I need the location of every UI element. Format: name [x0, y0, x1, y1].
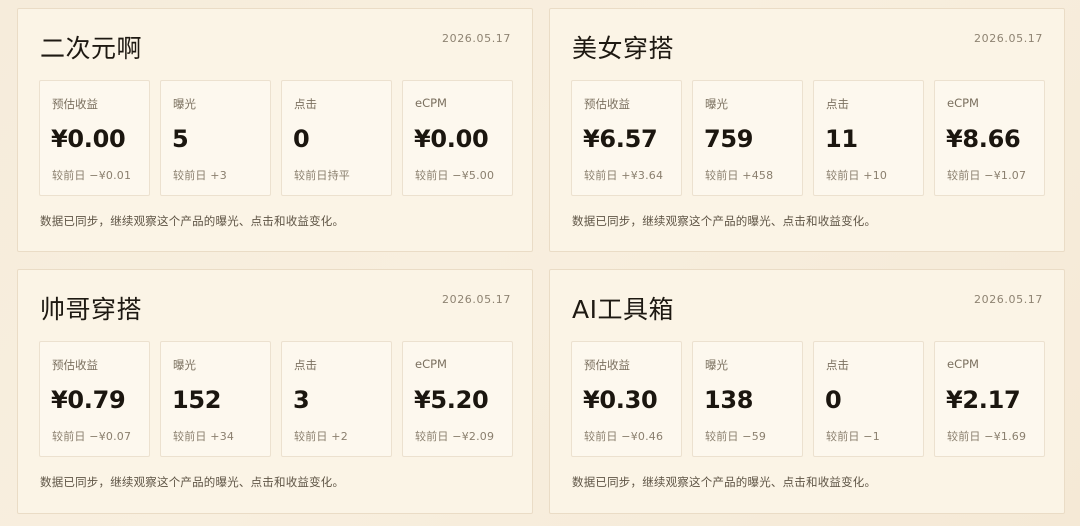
metric-change: 较前日 +2: [294, 430, 348, 443]
metrics-row: 预估收益 ¥0.00 较前日 −¥0.01 曝光 5 较前日 +3 点击 0 较…: [39, 80, 513, 196]
metric-value: ¥0.00: [51, 125, 126, 153]
metric-clicks: 点击 11 较前日 +10: [813, 80, 924, 196]
metric-revenue: 预估收益 ¥0.30 较前日 −¥0.46: [571, 341, 682, 457]
metric-revenue: 预估收益 ¥0.00 较前日 −¥0.01: [39, 80, 150, 196]
metric-value: 138: [704, 386, 754, 414]
metric-change: 较前日 +10: [826, 169, 888, 182]
metric-revenue: 预估收益 ¥6.57 较前日 +¥3.64: [571, 80, 682, 196]
metric-value: 0: [825, 386, 842, 414]
metric-ecpm: eCPM ¥0.00 较前日 −¥5.00: [402, 80, 513, 196]
metric-change: 较前日 −¥0.01: [52, 169, 132, 182]
metric-change: 较前日 −1: [826, 430, 880, 443]
metric-value: ¥5.20: [414, 386, 489, 414]
metric-label: eCPM: [415, 357, 447, 371]
card-title: 二次元啊: [40, 34, 143, 63]
metric-change: 较前日 −¥0.46: [584, 430, 664, 443]
metric-change: 较前日 +¥3.64: [584, 169, 664, 182]
metric-value: 5: [172, 125, 189, 153]
product-card-2: 帅哥穿搭 2026.05.17 预估收益 ¥0.79 较前日 −¥0.07 曝光…: [17, 269, 533, 514]
metric-value: ¥6.57: [583, 125, 658, 153]
metric-value: 11: [825, 125, 858, 153]
metric-change: 较前日 −¥2.09: [415, 430, 495, 443]
metric-label: 曝光: [173, 97, 196, 111]
metric-ecpm: eCPM ¥5.20 较前日 −¥2.09: [402, 341, 513, 457]
metric-label: 曝光: [173, 358, 196, 372]
metric-value: ¥0.30: [583, 386, 658, 414]
metric-change: 较前日 −¥5.00: [415, 169, 495, 182]
metric-change: 较前日持平: [294, 169, 350, 182]
metric-value: ¥8.66: [946, 125, 1021, 153]
metric-ecpm: eCPM ¥2.17 较前日 −¥1.69: [934, 341, 1045, 457]
metric-impressions: 曝光 152 较前日 +34: [160, 341, 271, 457]
metric-value: ¥0.79: [51, 386, 126, 414]
metric-change: 较前日 +34: [173, 430, 235, 443]
product-card-3: AI工具箱 2026.05.17 预估收益 ¥0.30 较前日 −¥0.46 曝…: [549, 269, 1065, 514]
metric-value: ¥2.17: [946, 386, 1021, 414]
metric-label: eCPM: [947, 357, 979, 371]
product-card-1: 美女穿搭 2026.05.17 预估收益 ¥6.57 较前日 +¥3.64 曝光…: [549, 8, 1065, 252]
card-note: 数据已同步，继续观察这个产品的曝光、点击和收益变化。: [572, 214, 877, 228]
card-note: 数据已同步，继续观察这个产品的曝光、点击和收益变化。: [40, 214, 345, 228]
card-note: 数据已同步，继续观察这个产品的曝光、点击和收益变化。: [40, 475, 345, 489]
metric-value: 152: [172, 386, 222, 414]
metric-value: 759: [704, 125, 754, 153]
metric-change: 较前日 −¥0.07: [52, 430, 132, 443]
metric-ecpm: eCPM ¥8.66 较前日 −¥1.07: [934, 80, 1045, 196]
metric-change: 较前日 −¥1.69: [947, 430, 1027, 443]
metric-label: 曝光: [705, 358, 728, 372]
metric-change: 较前日 +3: [173, 169, 227, 182]
metric-label: 预估收益: [584, 358, 630, 372]
metric-impressions: 曝光 759 较前日 +458: [692, 80, 803, 196]
metric-value: ¥0.00: [414, 125, 489, 153]
metrics-row: 预估收益 ¥6.57 较前日 +¥3.64 曝光 759 较前日 +458 点击…: [571, 80, 1045, 196]
metric-label: 点击: [826, 97, 849, 111]
card-note: 数据已同步，继续观察这个产品的曝光、点击和收益变化。: [572, 475, 877, 489]
metric-clicks: 点击 3 较前日 +2: [281, 341, 392, 457]
card-date: 2026.05.17: [974, 32, 1043, 45]
metric-change: 较前日 −¥1.07: [947, 169, 1027, 182]
metric-clicks: 点击 0 较前日 −1: [813, 341, 924, 457]
card-date: 2026.05.17: [442, 32, 511, 45]
product-card-0: 二次元啊 2026.05.17 预估收益 ¥0.00 较前日 −¥0.01 曝光…: [17, 8, 533, 252]
metric-value: 0: [293, 125, 310, 153]
metrics-row: 预估收益 ¥0.30 较前日 −¥0.46 曝光 138 较前日 −59 点击 …: [571, 341, 1045, 457]
metric-revenue: 预估收益 ¥0.79 较前日 −¥0.07: [39, 341, 150, 457]
metric-label: 曝光: [705, 97, 728, 111]
metric-impressions: 曝光 5 较前日 +3: [160, 80, 271, 196]
metric-label: 预估收益: [584, 97, 630, 111]
metric-impressions: 曝光 138 较前日 −59: [692, 341, 803, 457]
card-title: 帅哥穿搭: [40, 295, 143, 324]
metric-label: 点击: [294, 97, 317, 111]
metric-label: 点击: [826, 358, 849, 372]
metric-label: eCPM: [415, 96, 447, 110]
card-title: 美女穿搭: [572, 34, 675, 63]
card-title: AI工具箱: [572, 295, 674, 324]
metric-label: 预估收益: [52, 358, 98, 372]
card-date: 2026.05.17: [442, 293, 511, 306]
metric-change: 较前日 +458: [705, 169, 774, 182]
metric-clicks: 点击 0 较前日持平: [281, 80, 392, 196]
metric-label: 点击: [294, 358, 317, 372]
metric-change: 较前日 −59: [705, 430, 767, 443]
metric-value: 3: [293, 386, 310, 414]
metric-label: eCPM: [947, 96, 979, 110]
metric-label: 预估收益: [52, 97, 98, 111]
metrics-row: 预估收益 ¥0.79 较前日 −¥0.07 曝光 152 较前日 +34 点击 …: [39, 341, 513, 457]
card-date: 2026.05.17: [974, 293, 1043, 306]
